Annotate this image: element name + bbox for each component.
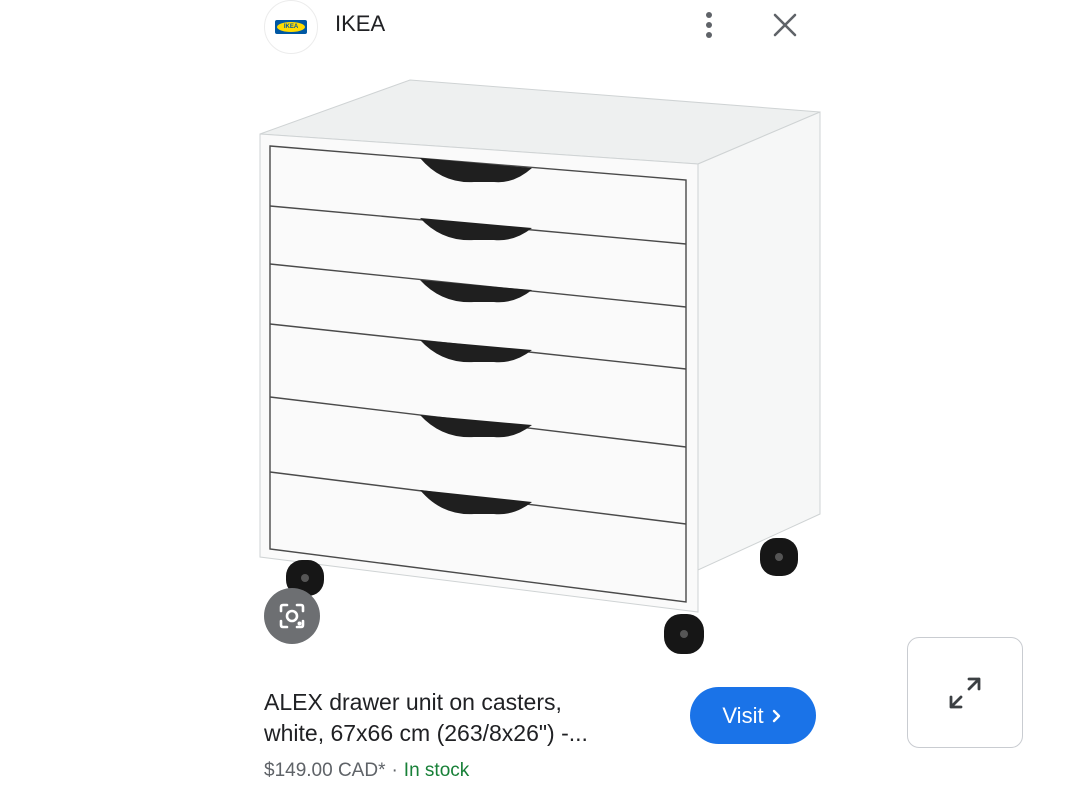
site-logo[interactable]: IKEA: [264, 0, 318, 54]
more-vert-icon: [706, 12, 712, 18]
google-lens-icon: [279, 603, 305, 629]
separator: ·: [391, 760, 398, 781]
google-lens-button[interactable]: [264, 588, 320, 644]
product-title-line-2[interactable]: white, 67x66 cm (263/8x26") -...: [264, 720, 588, 747]
chevron-right-icon: [772, 709, 780, 722]
expand-button[interactable]: [907, 637, 1023, 748]
logo-text: IKEA: [283, 24, 299, 30]
close-button[interactable]: [770, 10, 800, 40]
visit-button[interactable]: Visit: [690, 687, 816, 744]
close-icon: [773, 13, 797, 37]
product-price: $149.00 CAD*: [264, 760, 386, 781]
stock-status: In stock: [403, 760, 470, 781]
result-header: IKEA IKEA: [264, 0, 824, 54]
expand-arrows-icon: [949, 677, 981, 708]
price-row: $149.00 CAD* · In stock: [264, 760, 469, 782]
site-name[interactable]: IKEA: [335, 11, 385, 37]
product-image[interactable]: [252, 72, 832, 662]
ikea-logo-icon: IKEA: [275, 20, 307, 34]
drawer-unit-illustration: [259, 79, 821, 654]
product-title-line-1[interactable]: ALEX drawer unit on casters,: [264, 689, 562, 716]
visit-button-label: Visit: [722, 702, 764, 728]
more-options-button[interactable]: [697, 8, 721, 42]
